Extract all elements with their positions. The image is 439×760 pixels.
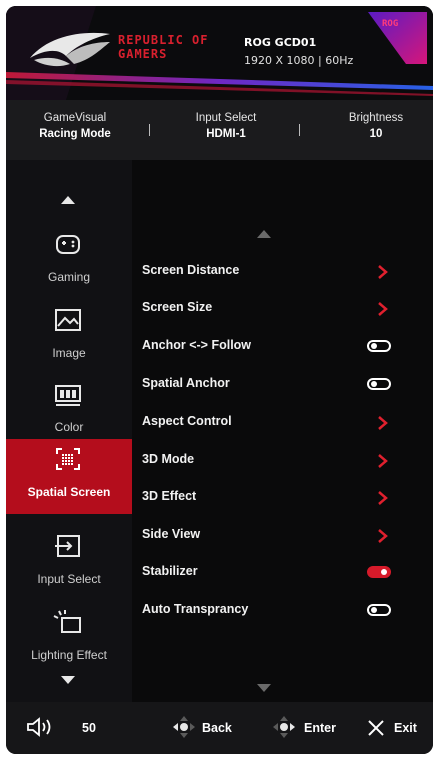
menu-item-label: Stabilizer [142, 564, 198, 578]
volume-value: 50 [82, 721, 96, 735]
chevron-right-icon [378, 454, 388, 468]
brightness-value: 10 [369, 128, 383, 140]
toggle-knob [371, 607, 377, 613]
sidebar-item-color[interactable]: Color [6, 374, 132, 449]
enter-button[interactable]: Enter [304, 721, 336, 735]
spatial-anchor-toggle[interactable] [367, 378, 391, 390]
chevron-right-icon [378, 302, 388, 316]
menu-item-3d-mode[interactable]: 3D Mode [142, 448, 425, 472]
exit-button[interactable]: Exit [394, 721, 417, 735]
osd-menu: ROG REPUBLIC OF GAMERS ROG GCD01 1920 X … [6, 6, 433, 754]
toggle-knob [371, 343, 377, 349]
footer-bar: 50 Back Enter Exit [6, 702, 433, 754]
color-icon [55, 385, 81, 406]
gamepad-icon [56, 235, 80, 254]
menu-item-screen-distance[interactable]: Screen Distance [142, 259, 425, 283]
resolution-text: 1920 X 1080 | 60Hz [244, 54, 354, 67]
menu-item-label: Anchor <-> Follow [142, 338, 252, 352]
menu-item-auto-transparency[interactable]: Auto Transprancy [142, 598, 425, 622]
menu-item-anchor-follow[interactable]: Anchor <-> Follow [142, 334, 425, 358]
status-divider [149, 124, 150, 136]
stabilizer-toggle[interactable] [367, 566, 391, 578]
close-icon[interactable] [367, 719, 385, 737]
sidebar-item-label: Spatial Screen [27, 485, 111, 499]
spatial-screen-menu: Screen Distance Screen Size Anchor <-> F… [132, 160, 433, 702]
sidebar-item-label: Gaming [47, 270, 91, 284]
brand-line-1: REPUBLIC OF [118, 33, 209, 47]
image-icon [55, 309, 81, 331]
menu-item-screen-size[interactable]: Screen Size [142, 296, 425, 320]
volume-icon[interactable] [26, 717, 56, 737]
header-banner: ROG REPUBLIC OF GAMERS ROG GCD01 1920 X … [6, 6, 433, 100]
menu-item-3d-effect[interactable]: 3D Effect [142, 485, 425, 509]
enter-nav-icon[interactable] [272, 716, 296, 738]
gamevisual-label: GameVisual [43, 112, 107, 124]
menu-item-label: Screen Size [142, 300, 213, 314]
brand-line-2: GAMERS [118, 47, 168, 61]
menu-item-label: Aspect Control [142, 414, 232, 428]
menu-item-aspect-control[interactable]: Aspect Control [142, 410, 425, 434]
sidebar-item-gaming[interactable]: Gaming [6, 224, 132, 299]
input-select-status[interactable]: Input Select HDMI-1 [166, 110, 286, 142]
menu-item-spatial-anchor[interactable]: Spatial Anchor [142, 372, 425, 396]
model-name: ROG GCD01 [244, 36, 317, 49]
sidebar-item-label: Lighting Effect [31, 648, 107, 662]
input-value: HDMI-1 [206, 128, 246, 140]
toggle-knob [381, 569, 387, 575]
menu-item-label: Auto Transprancy [142, 602, 249, 616]
chevron-right-icon [378, 416, 388, 430]
toggle-knob [371, 381, 377, 387]
banner-graphic: ROG [6, 6, 433, 100]
sidebar-item-label: Input Select [37, 572, 101, 586]
lighting-icon [53, 610, 81, 633]
sidebar-item-label: Color [54, 420, 84, 434]
menu-item-label: Screen Distance [142, 263, 240, 277]
screen-frame: ROG REPUBLIC OF GAMERS ROG GCD01 1920 X … [0, 0, 439, 760]
sidebar-item-spatial-screen[interactable]: Spatial Screen [6, 439, 132, 514]
chevron-right-icon [378, 265, 388, 279]
input-select-icon [55, 535, 80, 557]
input-label: Input Select [195, 112, 257, 124]
menu-item-stabilizer[interactable]: Stabilizer [142, 560, 425, 584]
sidebar-item-lighting-effect[interactable]: Lighting Effect [6, 602, 132, 677]
status-divider [299, 124, 300, 136]
back-nav-icon[interactable] [172, 716, 196, 738]
gamevisual-status[interactable]: GameVisual Racing Mode [20, 110, 130, 142]
sidebar-scroll-down-icon[interactable] [61, 676, 75, 684]
menu-item-side-view[interactable]: Side View [142, 523, 425, 547]
menu-scroll-up-icon[interactable] [257, 230, 271, 238]
chevron-right-icon [378, 491, 388, 505]
menu-item-label: 3D Mode [142, 452, 195, 466]
brand-text: REPUBLIC OF GAMERS [118, 34, 208, 60]
brightness-label: Brightness [348, 112, 404, 124]
menu-item-label: Side View [142, 527, 201, 541]
anchor-follow-toggle[interactable] [367, 340, 391, 352]
brightness-status[interactable]: Brightness 10 [324, 110, 428, 142]
sidebar-item-image[interactable]: Image [6, 300, 132, 375]
status-bar: GameVisual Racing Mode Input Select HDMI… [6, 100, 433, 160]
back-button[interactable]: Back [202, 721, 232, 735]
sidebar: Gaming Image Color Spatial Screen Input … [6, 160, 132, 702]
menu-item-label: 3D Effect [142, 489, 197, 503]
auto-transparency-toggle[interactable] [367, 604, 391, 616]
spatial-screen-icon [56, 448, 80, 470]
sidebar-scroll-up-icon[interactable] [61, 196, 75, 204]
sidebar-item-label: Image [52, 346, 86, 360]
chevron-right-icon [378, 529, 388, 543]
sidebar-item-input-select[interactable]: Input Select [6, 526, 132, 601]
menu-item-label: Spatial Anchor [142, 376, 230, 390]
menu-scroll-down-icon[interactable] [257, 684, 271, 692]
gamevisual-value: Racing Mode [39, 128, 111, 140]
rog-badge: ROG [382, 19, 398, 29]
